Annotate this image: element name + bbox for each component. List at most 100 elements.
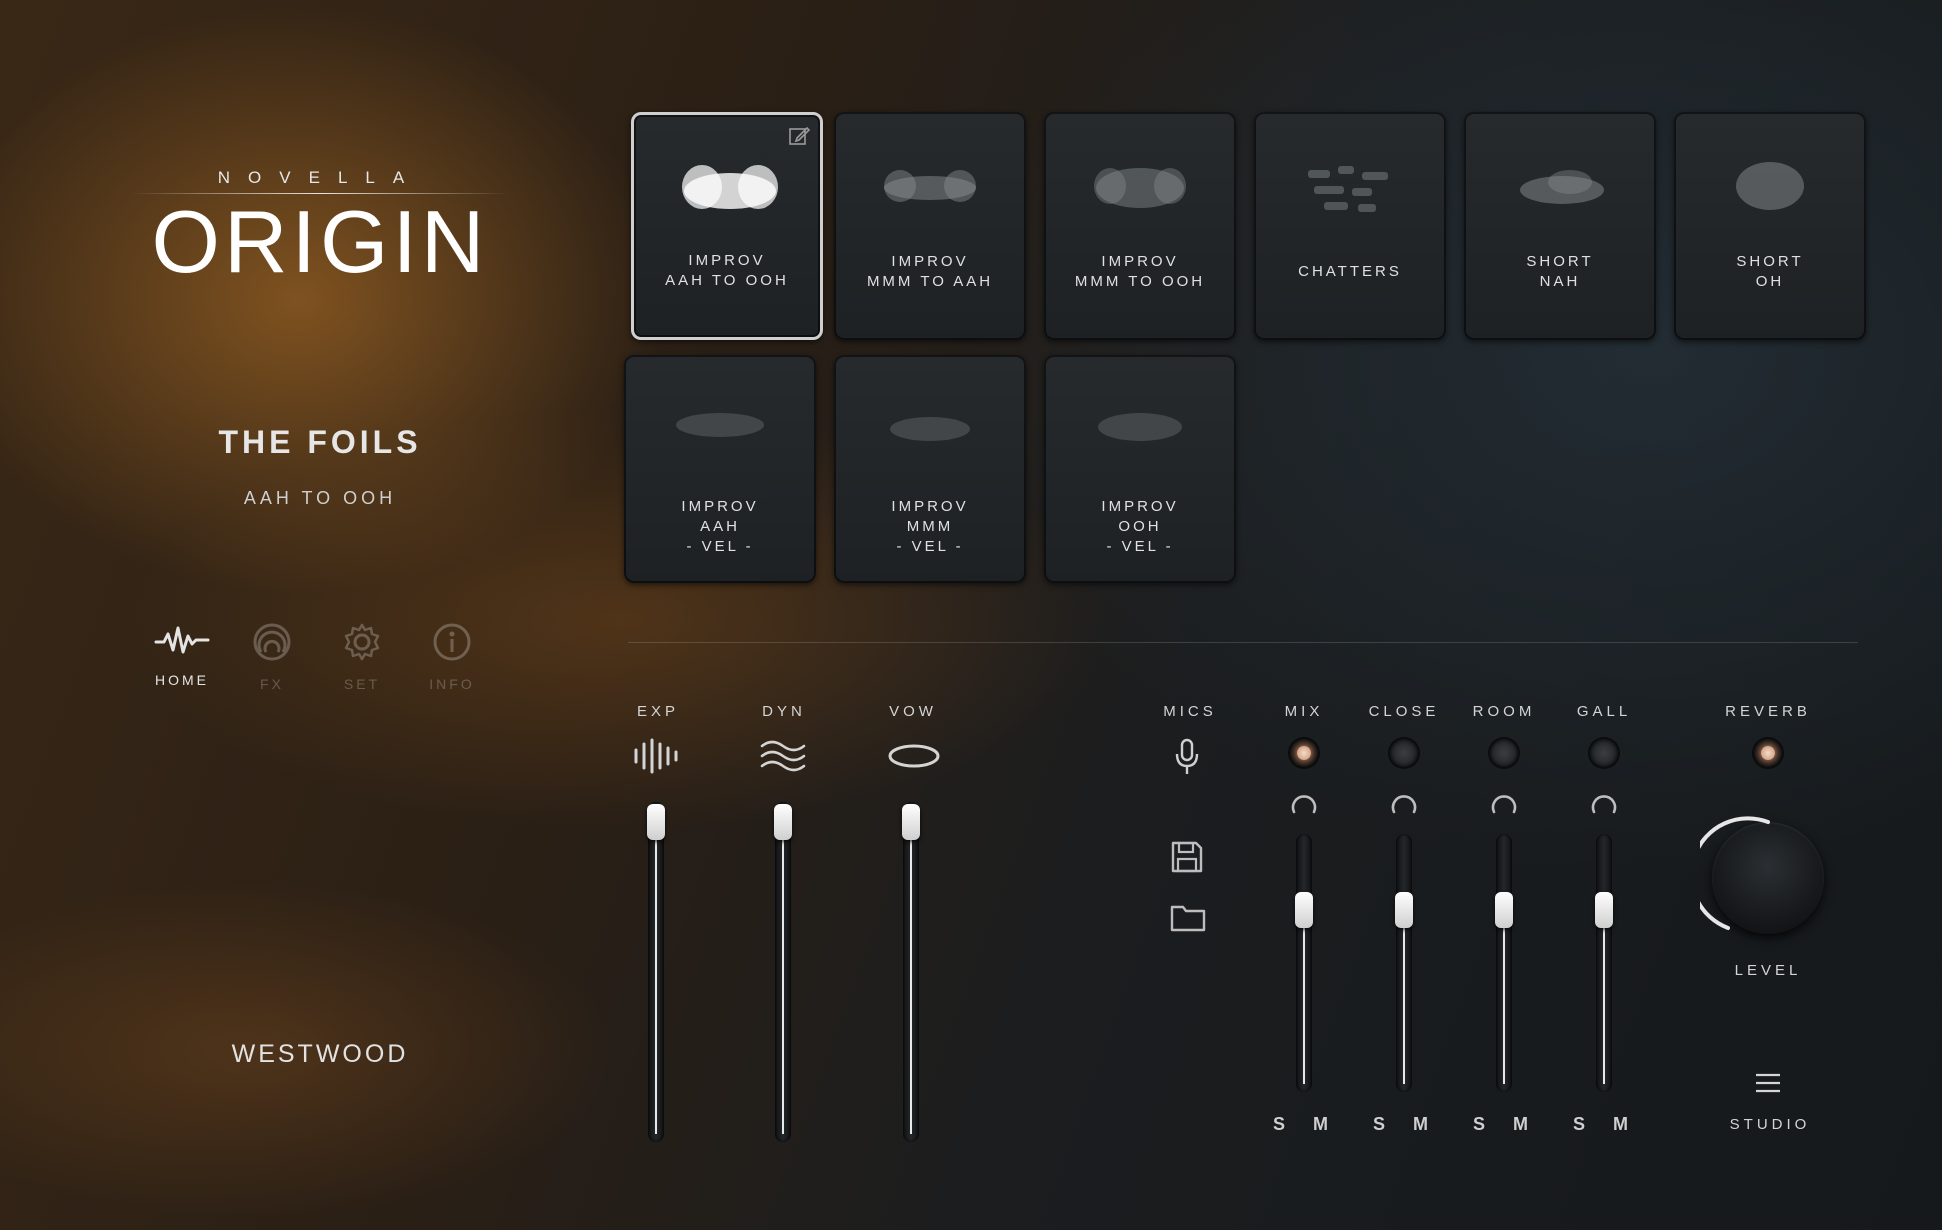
knob-arc — [1700, 816, 1770, 930]
level-label: LEVEL — [1734, 962, 1802, 979]
sound-texture-icon — [884, 170, 976, 202]
exp-slider[interactable] — [647, 802, 665, 1142]
pad-label-line: AAH — [700, 518, 740, 535]
brand-subtitle: NOVELLA — [217, 168, 423, 187]
solo-button[interactable]: S — [1373, 1114, 1387, 1135]
close-fader[interactable] — [1395, 834, 1413, 1092]
brand-logo: ORIGIN — [151, 192, 489, 291]
microphone-icon — [1175, 738, 1199, 774]
mic-channel-label: GALL — [1576, 703, 1632, 720]
bars-icon — [634, 738, 678, 774]
mute-button[interactable]: M — [1513, 1114, 1530, 1135]
edit-icon[interactable] — [788, 125, 810, 147]
slider-handle[interactable] — [902, 804, 920, 840]
mute-button[interactable]: M — [1413, 1114, 1430, 1135]
patch-subtitle: AAH TO OOH — [243, 488, 397, 508]
articulation-pad-improv-aah-to-ooh[interactable]: IMPROV AAH TO OOH — [631, 112, 823, 340]
articulation-pad-improv-ooh-vel[interactable]: IMPROV OOH - VEL - — [1044, 355, 1236, 583]
section-divider — [628, 642, 1858, 643]
waves-icon — [760, 740, 806, 772]
folder-icon[interactable] — [1170, 902, 1206, 932]
solo-button[interactable]: S — [1573, 1114, 1587, 1135]
nav-label: FX — [260, 676, 284, 692]
ellipse-icon — [888, 744, 940, 768]
room-fader[interactable] — [1495, 834, 1513, 1092]
pad-label-line: - VEL - — [686, 538, 754, 555]
nav-home[interactable]: HOME — [137, 622, 227, 688]
pad-label-line: MMM TO AAH — [866, 273, 994, 290]
nav-label: SET — [343, 676, 381, 692]
articulation-pad-improv-mmm-to-aah[interactable]: IMPROV MMM TO AAH — [834, 112, 1026, 340]
gall-fader[interactable] — [1595, 834, 1613, 1092]
patch-title: THE FOILS — [218, 424, 422, 460]
pad-label-line: IMPROV — [891, 253, 969, 270]
pad-label-line: SHORT — [1736, 253, 1804, 270]
waveform-icon — [154, 626, 210, 654]
solo-button[interactable]: S — [1473, 1114, 1487, 1135]
mics-label: MICS — [1163, 703, 1217, 720]
pad-label-line: OH — [1755, 273, 1785, 290]
slider-handle[interactable] — [774, 804, 792, 840]
articulation-pad-short-nah[interactable]: SHORT NAH — [1464, 112, 1656, 340]
pad-label-line: AAH TO OOH — [665, 272, 789, 289]
mix-enable-led[interactable] — [1290, 739, 1318, 767]
pad-label-line: MMM TO OOH — [1074, 273, 1206, 290]
sound-texture-icon — [1098, 413, 1182, 441]
pad-label-line: IMPROV — [1101, 253, 1179, 270]
fader-handle[interactable] — [1395, 892, 1413, 928]
pad-label-line: IMPROV — [891, 498, 969, 515]
slider-handle[interactable] — [647, 804, 665, 840]
articulation-pad-chatters[interactable]: CHATTERS — [1254, 112, 1446, 340]
sound-texture-icon — [682, 165, 778, 209]
articulation-pad-improv-mmm-vel[interactable]: IMPROV MMM - VEL - — [834, 355, 1026, 583]
info-icon — [433, 623, 471, 661]
articulation-pad-improv-mmm-to-ooh[interactable]: IMPROV MMM TO OOH — [1044, 112, 1236, 340]
nav-label: INFO — [429, 676, 475, 692]
dyn-slider[interactable] — [774, 802, 792, 1142]
pan-knob-icon[interactable] — [1589, 790, 1619, 814]
sound-texture-icon — [890, 417, 970, 441]
pad-label-line: IMPROV — [1101, 498, 1179, 515]
gall-enable-led[interactable] — [1590, 739, 1618, 767]
articulation-pad-short-oh[interactable]: SHORT OH — [1674, 112, 1866, 340]
studio-button[interactable]: STUDIO — [1710, 1116, 1830, 1133]
mix-fader[interactable] — [1295, 834, 1313, 1092]
vow-slider[interactable] — [902, 802, 920, 1142]
room-enable-led[interactable] — [1490, 739, 1518, 767]
close-enable-led[interactable] — [1390, 739, 1418, 767]
nav-set[interactable]: SET — [317, 622, 407, 692]
fader-handle[interactable] — [1495, 892, 1513, 928]
menu-icon[interactable] — [1754, 1072, 1782, 1094]
pan-knob-icon[interactable] — [1389, 790, 1419, 814]
pad-label-line: - VEL - — [896, 538, 964, 555]
solo-button[interactable]: S — [1273, 1114, 1287, 1135]
sound-texture-icon — [1520, 170, 1604, 204]
nav-fx[interactable]: FX — [227, 622, 317, 692]
fader-handle[interactable] — [1295, 892, 1313, 928]
sound-texture-icon — [1094, 168, 1186, 208]
exp-label: EXP — [636, 703, 679, 720]
gear-icon — [344, 623, 380, 661]
pad-label-line: MMM — [906, 518, 954, 535]
reverb-label: REVERB — [1725, 703, 1811, 720]
pad-label-line: IMPROV — [681, 498, 759, 515]
save-icon[interactable] — [1170, 840, 1204, 874]
sound-texture-icon — [1736, 162, 1804, 210]
fader-handle[interactable] — [1595, 892, 1613, 928]
mute-button[interactable]: M — [1613, 1114, 1630, 1135]
pad-label-line: - VEL - — [1106, 538, 1174, 555]
articulation-pad-improv-aah-vel[interactable]: IMPROV AAH - VEL - — [624, 355, 816, 583]
pad-label-line: CHATTERS — [1298, 263, 1402, 280]
pan-knob-icon[interactable] — [1289, 790, 1319, 814]
nav-label: HOME — [155, 672, 209, 688]
maker-logo: WESTWOOD — [231, 1040, 409, 1068]
pad-label-line: NAH — [1539, 273, 1581, 290]
sound-texture-icon — [1308, 166, 1388, 212]
sound-texture-icon — [676, 413, 764, 437]
mute-button[interactable]: M — [1313, 1114, 1330, 1135]
pad-label-line: OOH — [1118, 518, 1162, 535]
pan-knob-icon[interactable] — [1489, 790, 1519, 814]
pad-label-line: IMPROV — [688, 252, 766, 269]
reverb-enable-led[interactable] — [1754, 739, 1782, 767]
nav-info[interactable]: INFO — [407, 622, 497, 692]
